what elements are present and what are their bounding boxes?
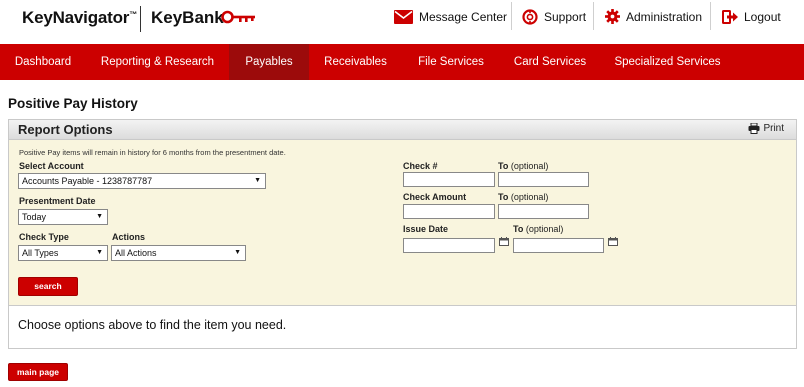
tab-file-services[interactable]: File Services [402,44,500,80]
tab-dashboard[interactable]: Dashboard [0,44,86,80]
actions-dropdown[interactable]: All Actions ▼ [111,245,246,261]
envelope-icon [394,9,413,24]
lifebuoy-icon [522,8,538,25]
message-center-link[interactable]: Message Center [394,0,507,33]
results-message-panel: Choose options above to find the item yo… [8,306,797,349]
dropdown-arrow-icon: ▼ [254,177,261,184]
header-divider [710,2,711,30]
actions-value: All Actions [115,248,157,258]
dropdown-arrow-icon: ▼ [234,249,241,256]
keynavigator-logo-text: KeyNavigator [22,8,130,27]
check-number-from-input[interactable] [403,172,495,187]
print-label: Print [763,123,784,134]
check-number-to-input[interactable] [498,172,589,187]
calendar-icon[interactable] [608,237,618,246]
report-options-panel: Report Options Print Positive Pay items … [8,119,797,306]
check-amount-to-label: To (optional) [498,192,548,202]
check-amount-label: Check Amount [403,192,467,202]
report-options-title: Report Options [18,122,113,137]
optional-text: (optional) [525,224,564,234]
logout-icon [722,9,738,24]
top-header: KeyNavigator™ KeyBank Message Center Sup… [0,0,804,44]
check-type-label: Check Type [19,232,69,242]
retention-note: Positive Pay items will remain in histor… [19,148,286,157]
issue-date-from-input[interactable] [403,238,495,253]
issue-date-to-label: To (optional) [513,224,563,234]
page-title: Positive Pay History [8,96,138,111]
to-text: To [513,224,524,234]
dropdown-arrow-icon: ▼ [96,213,103,220]
presentment-date-label: Presentment Date [19,196,96,206]
main-page-button[interactable]: main page [8,363,68,381]
logo-divider [140,6,141,32]
logout-label: Logout [744,9,781,24]
report-options-header: Report Options Print [9,120,796,140]
tab-receivables[interactable]: Receivables [309,44,402,80]
select-account-dropdown[interactable]: Accounts Payable - 1238787787 ▼ [18,173,266,189]
check-number-label: Check # [403,161,438,171]
issue-date-to-input[interactable] [513,238,604,253]
keybank-logo-text: KeyBank [151,8,224,27]
check-type-value: All Types [22,248,59,258]
tab-card-services[interactable]: Card Services [500,44,600,80]
administration-label: Administration [626,9,703,24]
actions-label: Actions [112,232,146,242]
search-button[interactable]: search [18,277,78,296]
presentment-date-dropdown[interactable]: Today ▼ [18,209,108,225]
tab-payables[interactable]: Payables [229,44,309,80]
dropdown-arrow-icon: ▼ [96,249,103,256]
support-link[interactable]: Support [522,0,586,33]
results-message: Choose options above to find the item yo… [18,318,287,332]
logout-link[interactable]: Logout [722,0,781,33]
print-button[interactable]: Print [748,123,784,134]
calendar-icon[interactable] [499,237,509,246]
header-divider [593,2,594,30]
presentment-date-value: Today [22,212,47,222]
check-amount-from-input[interactable] [403,204,495,219]
gear-icon [605,9,620,24]
select-account-label: Select Account [19,161,84,171]
key-icon [221,10,255,24]
tab-reporting-research[interactable]: Reporting & Research [86,44,229,80]
select-account-value: Accounts Payable - 1238787787 [22,176,153,186]
header-divider [511,2,512,30]
administration-link[interactable]: Administration [605,0,702,33]
check-amount-to-input[interactable] [498,204,589,219]
keynavigator-logo[interactable]: KeyNavigator™ [22,8,137,28]
check-type-dropdown[interactable]: All Types ▼ [18,245,108,261]
main-navigation: Dashboard Reporting & Research Payables … [0,44,804,80]
support-label: Support [544,9,587,24]
tab-specialized-services[interactable]: Specialized Services [600,44,735,80]
optional-text: (optional) [510,192,549,202]
to-text: To [498,161,509,171]
optional-text: (optional) [510,161,549,171]
to-text: To [498,192,509,202]
check-number-to-label: To (optional) [498,161,548,171]
message-center-label: Message Center [419,9,508,24]
trademark-mark: ™ [129,10,138,19]
issue-date-label: Issue Date [403,224,449,234]
printer-icon [748,123,760,134]
